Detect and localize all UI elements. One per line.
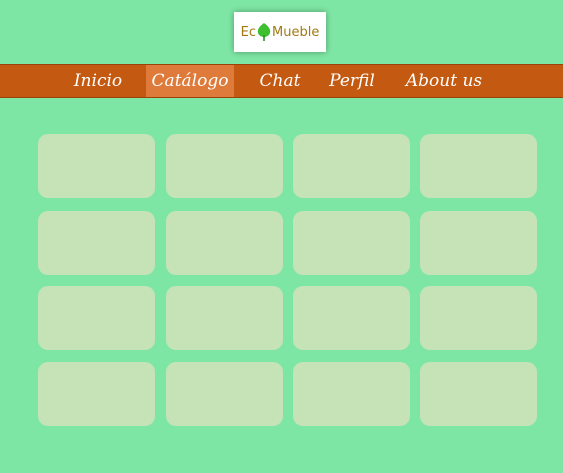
logo-suffix: Mueble	[272, 24, 320, 40]
nav-item-perfil[interactable]: Perfil	[320, 65, 384, 97]
catalog-card[interactable]	[293, 286, 410, 350]
catalog-card[interactable]	[38, 286, 155, 350]
catalog-card[interactable]	[420, 362, 537, 426]
catalog-card[interactable]	[38, 362, 155, 426]
nav-item-inicio[interactable]: Inicio	[66, 65, 130, 97]
nav-item-about-us[interactable]: About us	[400, 65, 488, 97]
nav-item-chat[interactable]: Chat	[250, 65, 310, 97]
catalog-card[interactable]	[166, 211, 283, 275]
catalog-card[interactable]	[293, 211, 410, 275]
page: Ec Mueble Inicio Catálogo Chat Perfil Ab…	[0, 0, 563, 473]
nav-item-catalogo[interactable]: Catálogo	[146, 65, 234, 97]
logo-prefix: Ec	[240, 24, 257, 40]
catalog-card[interactable]	[166, 286, 283, 350]
catalog-card[interactable]	[293, 362, 410, 426]
leaf-icon	[255, 22, 273, 42]
catalog-card[interactable]	[420, 134, 537, 198]
catalog-card[interactable]	[38, 211, 155, 275]
catalog-card[interactable]	[293, 134, 410, 198]
catalog-card[interactable]	[166, 362, 283, 426]
catalog-card[interactable]	[166, 134, 283, 198]
catalog-card[interactable]	[420, 211, 537, 275]
catalog-card[interactable]	[420, 286, 537, 350]
main-navbar: Inicio Catálogo Chat Perfil About us	[0, 64, 563, 98]
catalog-grid	[38, 134, 537, 426]
catalog-card[interactable]	[38, 134, 155, 198]
logo-wordmark: Ec Mueble	[240, 22, 320, 42]
logo[interactable]: Ec Mueble	[234, 12, 326, 52]
